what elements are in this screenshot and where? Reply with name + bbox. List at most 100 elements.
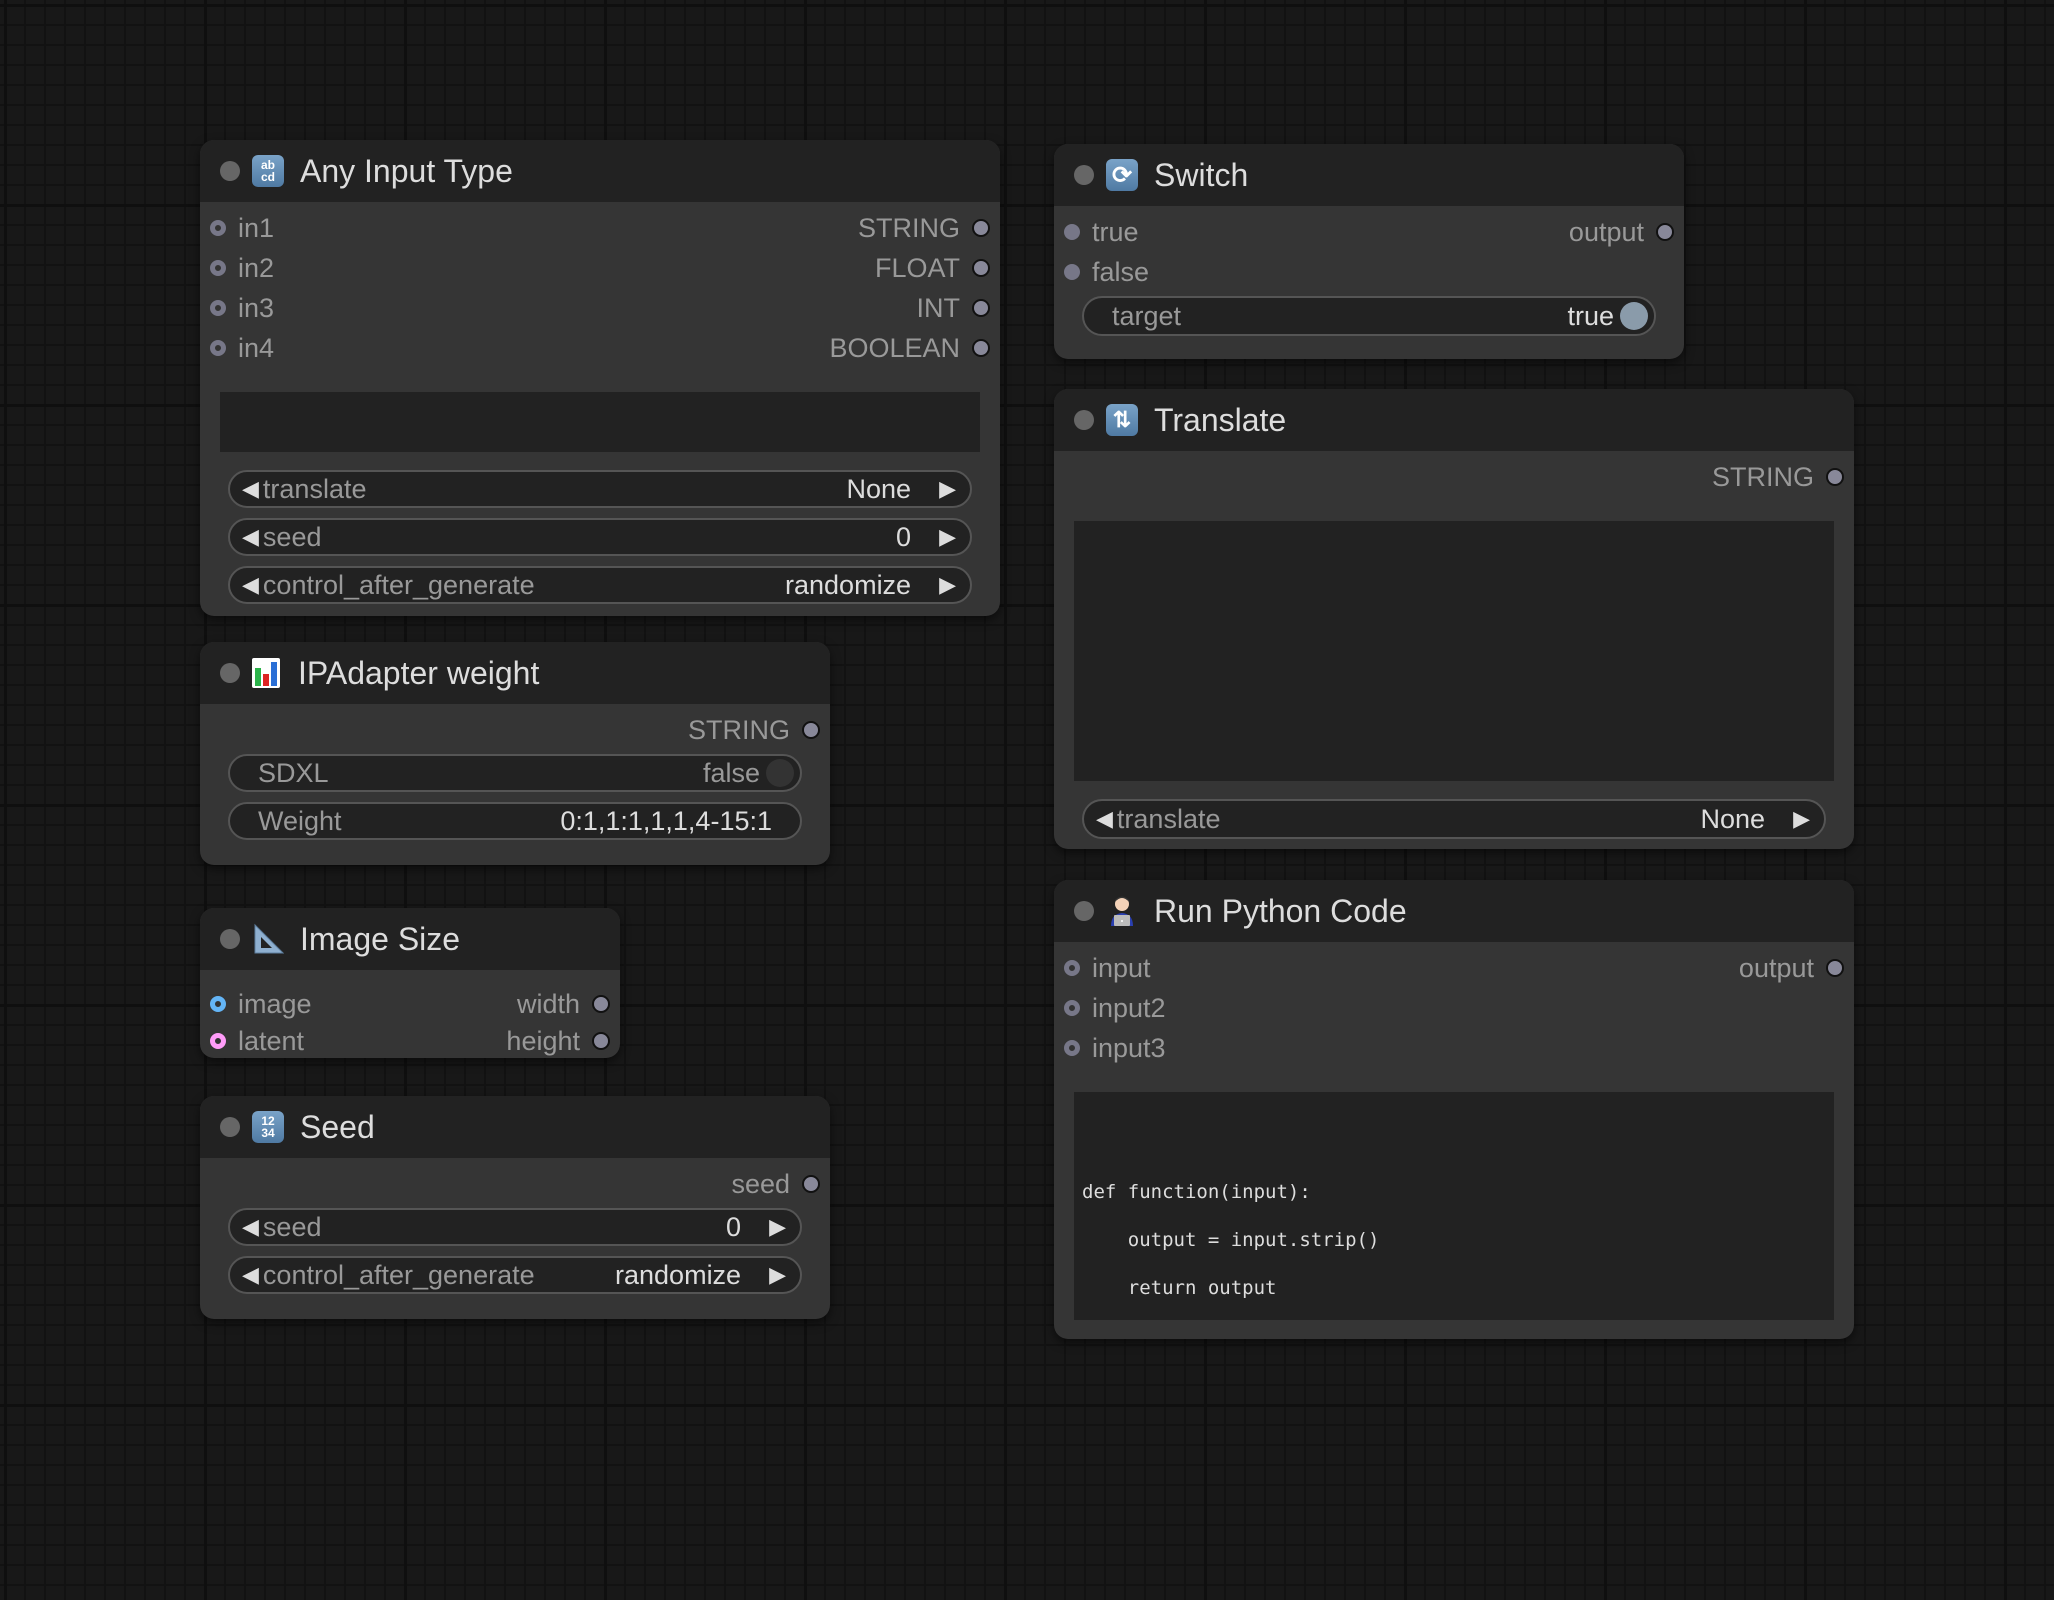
toggle-knob[interactable]: [1620, 302, 1648, 330]
output-slot-width[interactable]: width: [517, 986, 610, 1022]
combo-widget-control-after-generate[interactable]: ◀ control_after_generate randomize ▶: [228, 1256, 802, 1294]
collapse-toggle[interactable]: [220, 1117, 240, 1137]
decrement-arrow-icon[interactable]: ◀: [242, 1214, 259, 1240]
decrement-arrow-icon[interactable]: ◀: [242, 1262, 259, 1288]
code-editor[interactable]: def function(input): output = input.stri…: [1074, 1092, 1834, 1320]
output-slot-height[interactable]: height: [506, 1026, 610, 1056]
slot-connector[interactable]: [1064, 960, 1080, 976]
output-slot-output[interactable]: output: [1569, 214, 1674, 250]
slot-label: BOOLEAN: [829, 332, 960, 363]
input-slot-false[interactable]: false: [1064, 254, 1149, 290]
decrement-arrow-icon[interactable]: ◀: [1096, 806, 1113, 832]
node-translate[interactable]: ⇅ Translate STRING ◀ translate None ▶: [1054, 389, 1854, 849]
output-slot-seed[interactable]: seed: [731, 1166, 820, 1202]
increment-arrow-icon[interactable]: ▶: [769, 1214, 786, 1240]
collapse-toggle[interactable]: [1074, 901, 1094, 921]
input-slot-input2[interactable]: input2: [1064, 990, 1166, 1026]
collapse-toggle[interactable]: [1074, 410, 1094, 430]
slot-connector[interactable]: [1656, 223, 1674, 241]
slot-connector[interactable]: [802, 1175, 820, 1193]
collapse-toggle[interactable]: [220, 929, 240, 949]
input-slot-in1[interactable]: in1: [210, 210, 274, 246]
output-slot-string[interactable]: STRING: [688, 712, 820, 748]
node-run-python-code[interactable]: Run Python Code input input2 input3 outp…: [1054, 880, 1854, 1339]
node-title-bar[interactable]: ab cd Any Input Type: [200, 140, 1000, 202]
node-seed[interactable]: 12 34 Seed seed ◀ seed 0 ▶ ◀ control_afte…: [200, 1096, 830, 1319]
text-widget-weight[interactable]: Weight 0:1,1:1,1,1,4-15:1: [228, 802, 802, 840]
slot-connector[interactable]: [592, 1032, 610, 1050]
bar-chart-icon: [252, 658, 280, 688]
increment-arrow-icon[interactable]: ▶: [939, 572, 956, 598]
input-slot-in2[interactable]: in2: [210, 250, 274, 286]
slot-connector[interactable]: [210, 996, 226, 1012]
collapse-toggle[interactable]: [1074, 165, 1094, 185]
node-title-bar[interactable]: ⟳ Switch: [1054, 144, 1684, 206]
node-switch[interactable]: ⟳ Switch true false output target true: [1054, 144, 1684, 359]
number-widget-seed[interactable]: ◀ seed 0 ▶: [228, 1208, 802, 1246]
widget-value: None: [846, 473, 912, 504]
slot-label: output: [1738, 952, 1814, 983]
slot-connector[interactable]: [1826, 959, 1844, 977]
text-input-area[interactable]: [220, 392, 980, 452]
node-any-input-type[interactable]: ab cd Any Input Type in1 in2 in3 in4 STRI…: [200, 140, 1000, 616]
slot-connector[interactable]: [210, 260, 226, 276]
toggle-widget-sdxl[interactable]: SDXL false: [228, 754, 802, 792]
number-widget-seed[interactable]: ◀ seed 0 ▶: [228, 518, 972, 556]
node-image-size[interactable]: Image Size image latent width height: [200, 908, 620, 1058]
widget-label: seed: [262, 521, 322, 552]
slot-connector[interactable]: [972, 259, 990, 277]
node-title-bar[interactable]: 12 34 Seed: [200, 1096, 830, 1158]
increment-arrow-icon[interactable]: ▶: [1793, 806, 1810, 832]
slot-connector[interactable]: [210, 220, 226, 236]
input-slot-image[interactable]: image: [210, 986, 312, 1022]
node-title-bar[interactable]: Run Python Code: [1054, 880, 1854, 942]
combo-widget-control-after-generate[interactable]: ◀ control_after_generate randomize ▶: [228, 566, 972, 604]
combo-widget-translate[interactable]: ◀ translate None ▶: [228, 470, 972, 508]
node-title-bar[interactable]: ⇅ Translate: [1054, 389, 1854, 451]
node-title-bar[interactable]: IPAdapter weight: [200, 642, 830, 704]
slot-connector[interactable]: [1064, 1000, 1080, 1016]
slot-connector[interactable]: [1064, 264, 1080, 280]
input-slot-in4[interactable]: in4: [210, 330, 274, 366]
slot-connector[interactable]: [972, 339, 990, 357]
increment-arrow-icon[interactable]: ▶: [769, 1262, 786, 1288]
widget-value: None: [1700, 803, 1766, 834]
slot-connector[interactable]: [1826, 468, 1844, 486]
slot-connector[interactable]: [210, 1033, 226, 1049]
code-text[interactable]: def function(input): output = input.stri…: [1074, 1092, 1834, 1316]
output-slot-output[interactable]: output: [1739, 950, 1844, 986]
slot-connector[interactable]: [1064, 1040, 1080, 1056]
toggle-knob[interactable]: [766, 759, 794, 787]
decrement-arrow-icon[interactable]: ◀: [242, 524, 259, 550]
input-slot-in3[interactable]: in3: [210, 290, 274, 326]
slot-connector[interactable]: [210, 300, 226, 316]
output-slot-float[interactable]: FLOAT: [875, 250, 990, 286]
slot-connector[interactable]: [1064, 224, 1080, 240]
toggle-widget-target[interactable]: target true: [1082, 296, 1656, 336]
node-ipadapter-weight[interactable]: IPAdapter weight STRING SDXL false Weigh…: [200, 642, 830, 865]
refresh-arrows-icon: ⟳: [1106, 159, 1138, 191]
input-slot-input3[interactable]: input3: [1064, 1030, 1166, 1066]
slot-connector[interactable]: [802, 721, 820, 739]
input-slot-true[interactable]: true: [1064, 214, 1139, 250]
combo-widget-translate[interactable]: ◀ translate None ▶: [1082, 799, 1826, 839]
slot-connector[interactable]: [972, 219, 990, 237]
collapse-toggle[interactable]: [220, 161, 240, 181]
input-slot-latent[interactable]: latent: [210, 1026, 304, 1056]
slot-connector[interactable]: [210, 340, 226, 356]
increment-arrow-icon[interactable]: ▶: [939, 476, 956, 502]
decrement-arrow-icon[interactable]: ◀: [242, 572, 259, 598]
decrement-arrow-icon[interactable]: ◀: [242, 476, 259, 502]
slot-connector[interactable]: [592, 995, 610, 1013]
slot-connector[interactable]: [972, 299, 990, 317]
output-slot-boolean[interactable]: BOOLEAN: [829, 330, 990, 366]
increment-arrow-icon[interactable]: ▶: [939, 524, 956, 550]
node-title-bar[interactable]: Image Size: [200, 908, 620, 970]
output-slot-int[interactable]: INT: [917, 290, 990, 326]
text-input-area[interactable]: [1074, 521, 1834, 781]
output-slot-string[interactable]: STRING: [858, 210, 990, 246]
widget-value: false: [702, 757, 760, 788]
input-slot-input[interactable]: input: [1064, 950, 1151, 986]
output-slot-string[interactable]: STRING: [1712, 459, 1844, 495]
collapse-toggle[interactable]: [220, 663, 240, 683]
